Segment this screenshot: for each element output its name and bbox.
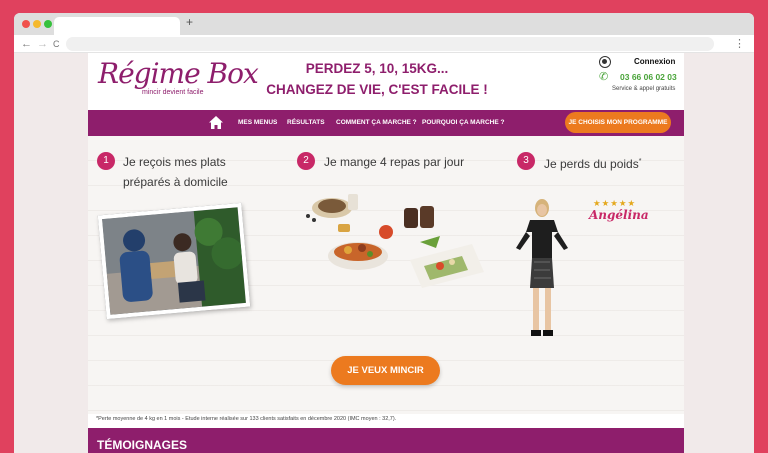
tab-bar: + <box>14 13 754 35</box>
phone-icon: ✆ <box>599 71 609 83</box>
delivery-photo <box>97 202 251 320</box>
step-1-line-2: préparés à domicile <box>123 175 228 189</box>
user-icon[interactable] <box>599 56 611 68</box>
minimize-window-button[interactable] <box>33 20 41 28</box>
step-3-text: Je perds du poids* <box>544 152 641 174</box>
site-header: Régime Box mincir devient facile PERDEZ … <box>88 53 684 110</box>
web-page: Régime Box mincir devient facile PERDEZ … <box>88 53 684 453</box>
url-input[interactable] <box>66 37 714 51</box>
nav-mes-menus[interactable]: MES MENUS <box>238 119 277 126</box>
testimonials-section: TÉMOIGNAGES <box>88 428 684 453</box>
new-tab-button[interactable]: + <box>186 15 193 29</box>
address-bar: ← → C ⋮ <box>14 35 754 53</box>
je-veux-mincir-button[interactable]: JE VEUX MINCIR <box>331 356 440 385</box>
footnote: *Perte moyenne de 4 kg en 1 mois - Etude… <box>96 416 397 422</box>
step-2-text: Je mange 4 repas par jour <box>324 155 465 169</box>
phone-number[interactable]: 03 66 06 02 03 <box>620 72 677 82</box>
headline-line-2: CHANGEZ DE VIE, C'EST FACILE ! <box>266 82 488 97</box>
nav-comment-ca-marche[interactable]: COMMENT ÇA MARCHE ? <box>336 119 417 126</box>
choose-program-button[interactable]: JE CHOISIS MON PROGRAMME <box>565 112 671 133</box>
steps-section: 1 Je reçois mes plats préparés à domicil… <box>88 136 684 414</box>
logo-text: Régime Box <box>98 57 259 90</box>
testimonial-woman-image <box>516 199 568 336</box>
meals-illustration <box>306 194 484 288</box>
forward-icon[interactable]: → <box>37 36 48 52</box>
nav-resultats[interactable]: RÉSULTATS <box>287 119 325 126</box>
step-1-text: Je reçois mes plats préparés à domicile <box>123 152 228 192</box>
logo-tagline: mincir devient facile <box>142 89 204 96</box>
step-3-label: Je perds du poids <box>544 157 639 171</box>
footnote-band: *Perte moyenne de 4 kg en 1 mois - Etude… <box>88 414 684 428</box>
reload-icon[interactable]: C <box>53 36 60 52</box>
browser-tab[interactable] <box>54 17 180 35</box>
site-logo[interactable]: Régime Box mincir devient facile <box>98 57 259 103</box>
browser-window: + ← → C ⋮ Régime Box mincir devient faci… <box>14 13 754 453</box>
service-note: Service & appel gratuits <box>612 86 676 92</box>
headline-line-1: PERDEZ 5, 10, 15KG... <box>305 61 449 76</box>
back-icon[interactable]: ← <box>21 36 32 52</box>
maximize-window-button[interactable] <box>44 20 52 28</box>
nav-pourquoi-ca-marche[interactable]: POURQUOI ÇA MARCHE ? <box>422 119 504 126</box>
home-icon[interactable] <box>208 115 224 130</box>
step-number: 2 <box>297 152 315 170</box>
step-number: 1 <box>97 152 115 170</box>
close-window-button[interactable] <box>22 20 30 28</box>
testimonials-title: TÉMOIGNAGES <box>97 438 188 452</box>
testimonial-name: Angélina <box>589 208 649 222</box>
step-1-line-1: Je reçois mes plats <box>123 155 226 169</box>
step-number: 3 <box>517 152 535 170</box>
login-link[interactable]: Connexion <box>634 57 675 66</box>
step-3-asterisk: * <box>638 158 642 165</box>
browser-menu-icon[interactable]: ⋮ <box>734 36 745 52</box>
main-nav: MES MENUS RÉSULTATS COMMENT ÇA MARCHE ? … <box>88 110 684 136</box>
